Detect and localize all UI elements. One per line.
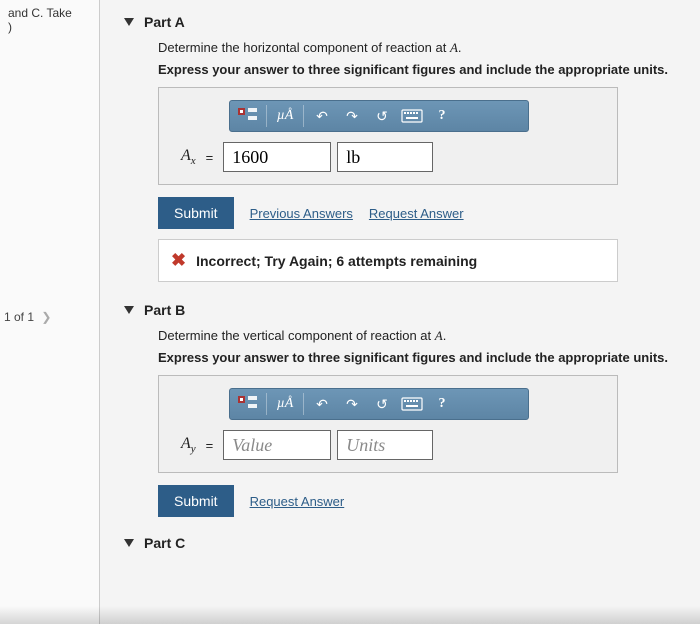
equals-sign: = (206, 150, 214, 165)
equals-sign: = (206, 438, 214, 453)
redo-icon[interactable]: ↷ (338, 392, 366, 416)
caret-down-icon (124, 539, 134, 547)
part-b-submit-row: Submit Request Answer (158, 485, 676, 517)
templates-icon[interactable] (234, 104, 262, 128)
redo-icon[interactable]: ↷ (338, 104, 366, 128)
units-input[interactable] (337, 430, 433, 460)
submit-button[interactable]: Submit (158, 485, 234, 517)
part-c-header[interactable]: Part C (124, 535, 676, 551)
symbols-icon[interactable]: µÅ (271, 104, 299, 128)
sidebar-text-1: and C. Take (8, 6, 91, 20)
value-input[interactable] (223, 430, 331, 460)
part-b-input-row: Ay = (181, 430, 603, 460)
reset-icon[interactable]: ↺ (368, 104, 396, 128)
page-navigation: 1 of 1 ❯ (4, 310, 51, 324)
submit-button[interactable]: Submit (158, 197, 234, 229)
value-input[interactable] (223, 142, 331, 172)
request-answer-link[interactable]: Request Answer (369, 206, 464, 221)
request-answer-link[interactable]: Request Answer (250, 494, 345, 509)
part-a-title: Part A (144, 14, 185, 30)
part-b-subinstruction: Express your answer to three significant… (158, 350, 676, 365)
part-b-instruction: Determine the vertical component of reac… (158, 328, 676, 344)
part-b-toolbar: µÅ ↶ ↷ ↺ ? (229, 388, 529, 420)
undo-icon[interactable]: ↶ (308, 104, 336, 128)
main-content: Part A Determine the horizontal componen… (100, 0, 700, 624)
part-b-answer-box: µÅ ↶ ↷ ↺ ? Ay = (158, 375, 618, 473)
part-c-title: Part C (144, 535, 185, 551)
part-a-submit-row: Submit Previous Answers Request Answer (158, 197, 676, 229)
undo-icon[interactable]: ↶ (308, 392, 336, 416)
keyboard-icon[interactable] (398, 104, 426, 128)
toolbar-separator (303, 105, 304, 127)
part-b-header[interactable]: Part B (124, 302, 676, 318)
part-a-toolbar: µÅ ↶ ↷ ↺ ? (229, 100, 529, 132)
keyboard-icon[interactable] (398, 392, 426, 416)
previous-answers-link[interactable]: Previous Answers (250, 206, 353, 221)
part-a-feedback: ✖ Incorrect; Try Again; 6 attempts remai… (158, 239, 618, 282)
sidebar-text-2: ) (8, 20, 91, 34)
toolbar-separator (303, 393, 304, 415)
incorrect-icon: ✖ (171, 250, 186, 271)
units-input[interactable] (337, 142, 433, 172)
part-a-answer-box: µÅ ↶ ↷ ↺ ? Ax = (158, 87, 618, 185)
part-a-input-row: Ax = (181, 142, 603, 172)
templates-icon[interactable] (234, 392, 262, 416)
variable-label: Ax (181, 147, 196, 167)
reset-icon[interactable]: ↺ (368, 392, 396, 416)
page-count: 1 of 1 (4, 310, 34, 324)
symbols-icon[interactable]: µÅ (271, 392, 299, 416)
feedback-text: Incorrect; Try Again; 6 attempts remaini… (196, 253, 477, 269)
part-a-subinstruction: Express your answer to three significant… (158, 62, 676, 77)
caret-down-icon (124, 306, 134, 314)
chevron-right-icon[interactable]: ❯ (41, 310, 51, 324)
part-b-title: Part B (144, 302, 185, 318)
caret-down-icon (124, 18, 134, 26)
help-icon[interactable]: ? (428, 104, 456, 128)
part-a-header[interactable]: Part A (124, 14, 676, 30)
help-icon[interactable]: ? (428, 392, 456, 416)
part-a-instruction: Determine the horizontal component of re… (158, 40, 676, 56)
toolbar-separator (266, 393, 267, 415)
toolbar-separator (266, 105, 267, 127)
variable-label: Ay (181, 435, 196, 455)
